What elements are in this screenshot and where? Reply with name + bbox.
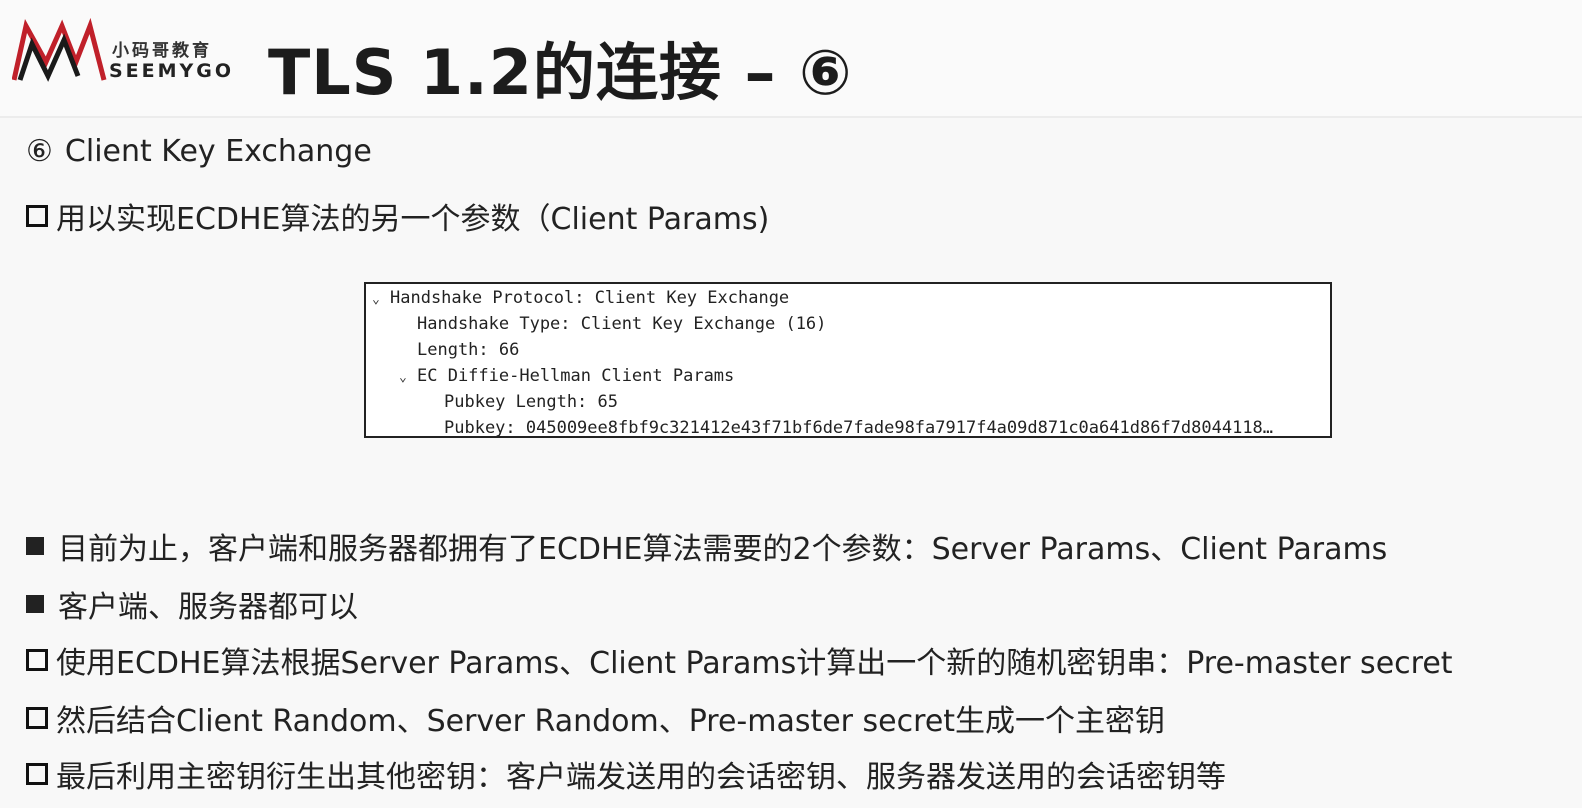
logo-chinese-text: 小码哥教育	[112, 41, 212, 61]
filled-square-bullet-icon	[26, 537, 44, 555]
page-title: TLS 1.2的连接 – ⑥	[268, 36, 853, 109]
seemygo-logo: 小码哥教育 SEEMYGO	[12, 18, 232, 84]
packet-tree-row-text: Pubkey Length: 65	[444, 392, 618, 412]
chevron-down-icon[interactable]: ⌄	[372, 287, 390, 313]
step-number-icon: ⑥	[26, 134, 53, 169]
logo-m-icon	[12, 18, 107, 82]
bullet-point-text: 然后结合Client Random、Server Random、Pre-mast…	[56, 704, 1166, 739]
header-bar: 小码哥教育 SEEMYGO TLS 1.2的连接 – ⑥	[0, 0, 1582, 118]
packet-tree-row[interactable]: ⌄ EC Diffie-Hellman Client Params	[399, 363, 734, 389]
packet-detail-panel: ⌄ Handshake Protocol: Client Key Exchange…	[364, 282, 1332, 438]
chevron-down-icon[interactable]: ⌄	[399, 365, 417, 391]
packet-tree-row-text: Handshake Type: Client Key Exchange (16)	[417, 314, 827, 334]
step-heading: ⑥ Client Key Exchange	[26, 134, 372, 169]
bullet-point: 使用ECDHE算法根据Server Params、Client Params计算…	[26, 638, 1453, 682]
packet-tree-row[interactable]: Pubkey: 045009ee8fbf9c321412e43f71bf6de7…	[426, 415, 1273, 441]
filled-square-bullet-icon	[26, 595, 44, 613]
bullet-point: 目前为止，客户端和服务器都拥有了ECDHE算法需要的2个参数：Server Pa…	[26, 524, 1387, 568]
packet-tree-row-text: Handshake Protocol: Client Key Exchange	[390, 288, 790, 308]
packet-tree-row[interactable]: ⌄ Handshake Protocol: Client Key Exchange	[372, 285, 789, 311]
packet-tree-row-text: Pubkey: 045009ee8fbf9c321412e43f71bf6de7…	[444, 418, 1274, 438]
bullet-point-text: 目前为止，客户端和服务器都拥有了ECDHE算法需要的2个参数：Server Pa…	[58, 532, 1388, 567]
hollow-square-bullet-icon	[26, 707, 48, 729]
intro-line: 用以实现ECDHE算法的另一个参数（Client Params)	[26, 194, 769, 238]
packet-tree-row[interactable]: Pubkey Length: 65	[426, 389, 618, 415]
hollow-square-bullet-icon	[26, 205, 48, 227]
bullet-point: 客户端、服务器都可以	[26, 582, 358, 626]
packet-tree-row[interactable]: Length: 66	[399, 337, 519, 363]
packet-tree-row[interactable]: Handshake Type: Client Key Exchange (16)	[399, 311, 826, 337]
bullet-point-text: 客户端、服务器都可以	[58, 590, 358, 625]
bullet-point-text: 最后利用主密钥衍生出其他密钥：客户端发送用的会话密钥、服务器发送用的会话密钥等	[56, 760, 1226, 795]
logo-english-text: SEEMYGO	[109, 60, 235, 82]
hollow-square-bullet-icon	[26, 763, 48, 785]
packet-tree-row-text: Length: 66	[417, 340, 520, 360]
step-label: Client Key Exchange	[64, 134, 372, 169]
intro-text: 用以实现ECDHE算法的另一个参数（Client Params)	[56, 202, 770, 237]
packet-tree-row-text: EC Diffie-Hellman Client Params	[417, 366, 735, 386]
bullet-point: 然后结合Client Random、Server Random、Pre-mast…	[26, 696, 1165, 740]
bullet-point: 最后利用主密钥衍生出其他密钥：客户端发送用的会话密钥、服务器发送用的会话密钥等	[26, 752, 1226, 796]
bullet-point-text: 使用ECDHE算法根据Server Params、Client Params计算…	[56, 646, 1453, 681]
hollow-square-bullet-icon	[26, 649, 48, 671]
